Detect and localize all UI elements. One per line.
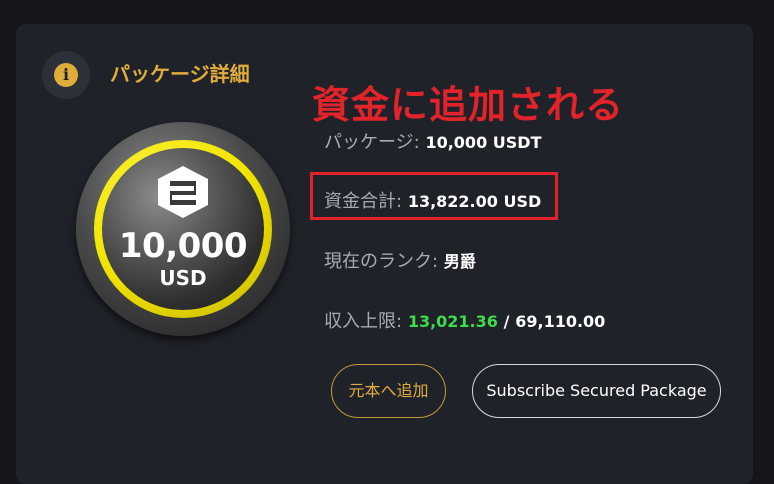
package-coin: 10,000 USD — [76, 122, 290, 336]
coin-amount: 10,000 — [118, 226, 248, 266]
income-cap-row: 収入上限: 13,021.36 / 69,110.00 — [324, 307, 605, 333]
page-title: パッケージ詳細 — [110, 62, 250, 86]
package-label: パッケージ: — [324, 132, 420, 153]
package-value: 10,000 USDT — [425, 133, 542, 152]
total-value: 13,822.00 USD — [407, 192, 542, 211]
rank-value: 男爵 — [443, 252, 476, 271]
hexagon-e-logo-icon — [158, 166, 208, 218]
income-label: 収入上限: — [324, 311, 403, 332]
rank-label: 現在のランク: — [324, 251, 439, 272]
add-to-principal-button[interactable]: 元本へ追加 — [331, 364, 446, 418]
annotation-text: 資金に追加される — [312, 83, 625, 127]
rank-row: 現在のランク: 男爵 — [324, 247, 476, 273]
income-separator: / — [503, 312, 510, 331]
info-icon-container: i — [42, 51, 90, 99]
info-icon: i — [54, 63, 78, 87]
package-row: パッケージ: 10,000 USDT — [324, 128, 541, 154]
subscribe-secured-package-button[interactable]: Subscribe Secured Package — [472, 364, 721, 418]
total-funds-row: 資金合計: 13,822.00 USD — [324, 187, 541, 213]
income-current: 13,021.36 — [407, 312, 498, 331]
coin-unit: USD — [159, 266, 207, 290]
coin-ring: 10,000 USD — [94, 140, 272, 318]
income-max: 69,110.00 — [515, 312, 606, 331]
total-label: 資金合計: — [324, 191, 403, 212]
coin-face: 10,000 USD — [102, 148, 264, 310]
